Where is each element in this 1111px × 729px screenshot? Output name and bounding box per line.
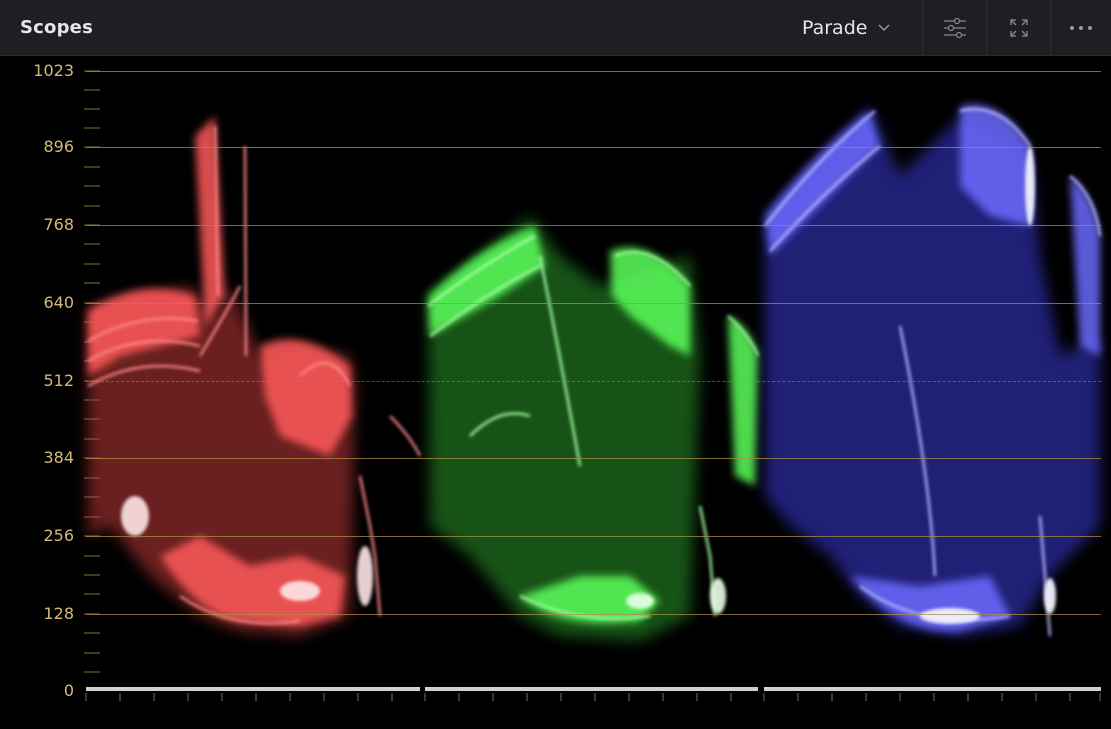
blue-channel-waveform (764, 104, 1102, 637)
gridline-512 (86, 381, 1101, 382)
more-options-button[interactable] (1050, 0, 1111, 56)
waveform-canvas (84, 70, 1102, 701)
gridline-384 (86, 458, 1101, 459)
gridline-1023 (86, 71, 1101, 72)
gridline-128 (86, 614, 1101, 615)
gridline-768 (86, 225, 1101, 226)
red-channel-waveform (87, 116, 422, 636)
sliders-icon (943, 17, 966, 39)
gridline-640 (86, 303, 1101, 304)
panel-title: Scopes (20, 17, 94, 38)
scope-settings-button[interactable] (922, 0, 986, 56)
gridline-896 (86, 147, 1101, 148)
expand-button[interactable] (986, 0, 1050, 56)
scope-mode-dropdown[interactable]: Parade (790, 0, 920, 56)
chevron-down-icon (878, 24, 890, 31)
scope-mode-label: Parade (802, 17, 868, 39)
scopes-header: Scopes Parade (0, 0, 1111, 56)
expand-icon (1009, 19, 1028, 37)
green-channel-waveform (427, 216, 760, 641)
rgb-parade-scope: 1023 896 768 640 512 384 256 128 0 (0, 56, 1111, 729)
more-icon (1070, 26, 1092, 30)
gridline-256 (86, 536, 1101, 537)
